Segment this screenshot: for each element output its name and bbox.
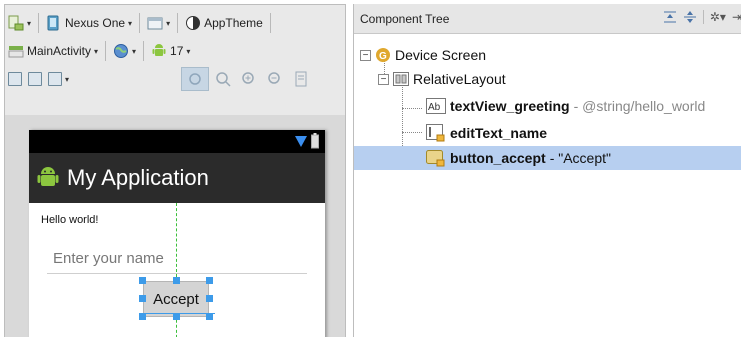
- tree-node-detail: - @string/hello_world: [573, 98, 706, 114]
- toolbar-divider: [269, 13, 271, 33]
- zoom-in-icon[interactable]: [241, 71, 257, 87]
- gear-icon[interactable]: ✲▾: [710, 10, 726, 24]
- api-level-selector[interactable]: 17 ▾: [148, 40, 193, 62]
- resize-handle-bottom-left[interactable]: [139, 313, 146, 320]
- toolbar-divider: [38, 13, 40, 33]
- designer-toolbar-row-2: MainActivity ▾ ▾ 17 ▾: [5, 37, 193, 65]
- zoom-controls: [215, 71, 309, 87]
- orientation-icon: [147, 17, 163, 30]
- component-tree-title: Component Tree: [360, 11, 450, 26]
- resize-handle-top[interactable]: [173, 277, 180, 284]
- toolbar-divider: [177, 13, 179, 33]
- tree-node-device-screen[interactable]: − G Device Screen: [354, 43, 741, 67]
- api-level-label: 17: [170, 44, 184, 58]
- svg-text:G: G: [379, 51, 387, 62]
- toolbar-divider: [702, 10, 704, 24]
- device-icon: [47, 15, 59, 31]
- zoom-out-icon[interactable]: [267, 71, 283, 87]
- textview-icon: Ab: [426, 98, 446, 114]
- tree-node-relativelayout[interactable]: − RelativeLayout: [354, 67, 741, 91]
- tree-node-edittext-name[interactable]: editText_name: [354, 121, 741, 145]
- hide-panel-icon[interactable]: ⇥: [732, 10, 741, 24]
- button-accept[interactable]: Accept: [143, 281, 209, 317]
- status-bar: [29, 130, 325, 153]
- tree-node-textview-greeting[interactable]: Ab textView_greeting - @string/hello_wor…: [354, 94, 741, 118]
- edittext-name[interactable]: Enter your name: [47, 244, 307, 274]
- theme-icon: [186, 16, 201, 30]
- orientation-selector[interactable]: ▾: [144, 12, 173, 34]
- theme-label: AppTheme: [204, 16, 263, 30]
- chevron-down-icon: ▾: [128, 18, 133, 28]
- layout-designer-panel: ▾ Nexus One ▾ ▾ AppTheme MainActivity ▾ …: [4, 4, 346, 337]
- button-icon: [426, 150, 445, 167]
- android-logo-icon: [37, 167, 59, 186]
- signal-icon: [295, 136, 307, 147]
- globe-icon: [114, 44, 129, 58]
- theme-selector[interactable]: AppTheme: [182, 12, 266, 34]
- expand-vertical-icon: [28, 72, 42, 86]
- toolbar-divider: [105, 41, 107, 61]
- layout-icon: [393, 72, 409, 86]
- svg-text:Ab: Ab: [428, 102, 441, 113]
- toolbar-divider: [139, 13, 141, 33]
- render-options-button[interactable]: ▾: [5, 12, 34, 34]
- collapse-all-icon[interactable]: [683, 10, 697, 24]
- resize-handle-top-left[interactable]: [139, 277, 146, 284]
- expand-all-icon[interactable]: [663, 10, 677, 24]
- device-selector[interactable]: Nexus One ▾: [43, 12, 135, 34]
- battery-icon: [311, 133, 319, 149]
- device-label: Nexus One: [65, 16, 126, 30]
- tree-node-label: editText_name: [450, 125, 547, 141]
- screenshot-icon[interactable]: [293, 71, 309, 87]
- zoom-actual-icon[interactable]: [215, 71, 231, 87]
- resize-icon: [48, 72, 62, 86]
- resize-button[interactable]: ▾: [45, 68, 72, 90]
- chevron-down-icon: ▾: [186, 46, 191, 56]
- zoom-to-fit-button[interactable]: [181, 67, 209, 91]
- resize-handle-bottom-right[interactable]: [206, 313, 213, 320]
- app-title: My Application: [67, 165, 209, 190]
- android-icon: [152, 44, 166, 56]
- component-tree-tools: ✲▾ ⇥: [663, 10, 741, 24]
- tree-node-detail: - "Accept": [549, 150, 611, 166]
- fill-height-button[interactable]: [25, 68, 45, 90]
- activity-label: MainActivity: [27, 44, 92, 58]
- edittext-icon: [426, 124, 445, 142]
- resize-handle-bottom[interactable]: [173, 313, 180, 320]
- chevron-down-icon: ▾: [166, 18, 171, 28]
- expand-horizontal-icon: [8, 72, 22, 86]
- device-screen-icon: G: [376, 48, 390, 62]
- chevron-down-icon: ▾: [94, 46, 99, 56]
- tree-node-label: textView_greeting: [450, 98, 570, 114]
- chevron-down-icon: ▾: [65, 74, 70, 84]
- chevron-down-icon: ▾: [132, 46, 137, 56]
- textview-greeting[interactable]: Hello world!: [41, 214, 98, 226]
- action-bar: My Application: [29, 153, 325, 203]
- fill-width-button[interactable]: [5, 68, 25, 90]
- designer-toolbar-row-1: ▾ Nexus One ▾ ▾ AppTheme: [5, 9, 275, 37]
- device-preview: My Application Hello world! Enter your n…: [29, 130, 325, 337]
- component-tree-header: Component Tree ✲▾ ⇥: [354, 4, 741, 34]
- activity-icon: [8, 46, 24, 58]
- activity-selector[interactable]: MainActivity ▾: [5, 40, 101, 62]
- tree-node-label: button_accept: [450, 150, 546, 166]
- component-tree-panel: Component Tree ✲▾ ⇥ − G Device Screen −: [353, 4, 741, 337]
- resize-handle-right[interactable]: [206, 295, 213, 302]
- resize-handle-top-right[interactable]: [206, 277, 213, 284]
- render-options-icon: [8, 15, 24, 31]
- tree-node-button-accept[interactable]: button_accept - "Accept": [354, 146, 741, 170]
- toolbar-divider: [143, 41, 145, 61]
- chevron-down-icon: ▾: [27, 18, 32, 28]
- tree-node-label: Device Screen: [395, 47, 487, 63]
- resize-handle-left[interactable]: [139, 295, 146, 302]
- collapse-toggle[interactable]: −: [360, 49, 371, 61]
- collapse-toggle[interactable]: −: [378, 73, 389, 85]
- tree-node-label: RelativeLayout: [413, 71, 506, 87]
- locale-selector[interactable]: ▾: [110, 40, 139, 62]
- designer-toolbar-row-3: ▾: [5, 65, 345, 93]
- zoom-fit-icon: [189, 73, 201, 85]
